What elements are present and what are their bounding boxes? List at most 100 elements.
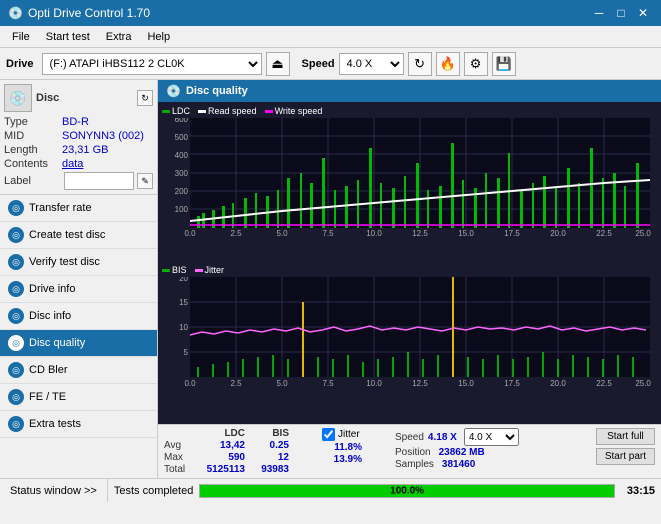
svg-text:500: 500 (175, 133, 189, 142)
ldc-legend-label: LDC (172, 106, 190, 116)
nav-extra-tests-label: Extra tests (29, 418, 81, 430)
disc-quality-icon-header: 💿 (166, 84, 181, 98)
disc-label-edit-button[interactable]: ✎ (137, 173, 153, 189)
disc-contents-value[interactable]: data (62, 158, 83, 170)
nav-transfer-rate[interactable]: ◎ Transfer rate (0, 195, 157, 222)
jitter-label: Jitter (338, 429, 360, 440)
burn-button[interactable]: 🔥 (436, 52, 460, 76)
svg-text:400: 400 (175, 151, 189, 160)
window-controls: ─ □ ✕ (589, 4, 653, 22)
disc-refresh-button[interactable]: ↻ (137, 90, 153, 106)
menu-help[interactable]: Help (139, 29, 178, 45)
bis-chart-svg: 20 15 10 5 20% 16% 12% 8% 4% 0.0 2.5 5.0… (162, 277, 652, 387)
svg-text:15.0: 15.0 (458, 229, 474, 238)
app-icon: 💿 (8, 6, 23, 20)
svg-text:10.0: 10.0 (366, 229, 382, 238)
transfer-rate-icon: ◎ (8, 200, 24, 216)
nav-disc-quality[interactable]: ◎ Disc quality (0, 330, 157, 357)
nav-disc-info[interactable]: ◎ Disc info (0, 303, 157, 330)
title-bar: 💿 Opti Drive Control 1.70 ─ □ ✕ (0, 0, 661, 26)
ldc-legend-item: LDC (162, 106, 190, 116)
eject-button[interactable]: ⏏ (266, 52, 290, 76)
disc-header: 💿 Disc ↻ (4, 84, 153, 112)
close-button[interactable]: ✕ (633, 4, 653, 22)
status-window-button[interactable]: Status window >> (0, 479, 108, 502)
svg-text:0.0: 0.0 (184, 229, 196, 238)
total-stats-row: Total 5125113 93983 (164, 464, 289, 475)
disc-image: 💿 (4, 84, 32, 112)
svg-text:10: 10 (179, 323, 188, 332)
avg-label: Avg (164, 440, 196, 451)
disc-label-text: Disc (36, 92, 59, 104)
speed-select-stat[interactable]: 4.0 X (464, 428, 519, 446)
write-speed-legend-label: Write speed (275, 106, 323, 116)
app-title: 💿 Opti Drive Control 1.70 (8, 6, 150, 20)
max-label: Max (164, 452, 196, 463)
start-full-button[interactable]: Start full (596, 428, 655, 445)
read-speed-legend-dot (198, 110, 206, 113)
disc-label-input[interactable] (64, 172, 134, 190)
svg-text:22.5: 22.5 (596, 229, 612, 238)
write-speed-legend-item: Write speed (265, 106, 323, 116)
avg-stats-row: Avg 13,42 0.25 (164, 440, 289, 451)
svg-text:2.5: 2.5 (230, 229, 242, 238)
svg-text:17.5: 17.5 (504, 229, 520, 238)
svg-text:5.0: 5.0 (276, 229, 288, 238)
samples-value: 381460 (442, 459, 475, 470)
disc-length-value: 23,31 GB (62, 144, 108, 156)
speed-select[interactable]: 4.0 X (339, 53, 404, 75)
svg-text:200: 200 (175, 187, 189, 196)
nav-extra-tests[interactable]: ◎ Extra tests (0, 411, 157, 438)
menu-file[interactable]: File (4, 29, 38, 45)
svg-text:20.0: 20.0 (550, 229, 566, 238)
svg-text:0.0: 0.0 (184, 379, 196, 387)
drive-select[interactable]: (F:) ATAPI iHBS112 2 CL0K (42, 53, 262, 75)
svg-text:600: 600 (175, 118, 189, 124)
nav-create-test-disc[interactable]: ◎ Create test disc (0, 222, 157, 249)
disc-length-row: Length 23,31 GB (4, 144, 153, 156)
bis-legend-dot (162, 269, 170, 272)
position-value: 23862 MB (439, 447, 485, 458)
main-area: 💿 Disc ↻ Type BD-R MID SONYNN3 (002) Len… (0, 80, 661, 478)
jitter-checkbox[interactable] (322, 428, 335, 441)
nav-fe-te[interactable]: ◎ FE / TE (0, 384, 157, 411)
avg-ldc-value: 13,42 (200, 440, 245, 451)
create-test-disc-icon: ◎ (8, 227, 24, 243)
speed-position-info: Speed 4.18 X 4.0 X Position 23862 MB Sam… (395, 428, 519, 470)
svg-text:300: 300 (175, 169, 189, 178)
disc-length-label: Length (4, 144, 62, 156)
nav-verify-test-disc[interactable]: ◎ Verify test disc (0, 249, 157, 276)
progress-bar: 100.0% (199, 484, 615, 498)
minimize-button[interactable]: ─ (589, 4, 609, 22)
refresh-button[interactable]: ↻ (408, 52, 432, 76)
extra-tests-icon: ◎ (8, 416, 24, 432)
nav-drive-info[interactable]: ◎ Drive info (0, 276, 157, 303)
menu-extra[interactable]: Extra (98, 29, 140, 45)
svg-text:15.0: 15.0 (458, 379, 474, 387)
position-row: Position 23862 MB (395, 447, 519, 458)
app-title-text: Opti Drive Control 1.70 (28, 6, 150, 20)
disc-type-label: Type (4, 116, 62, 128)
svg-text:7.5: 7.5 (322, 229, 334, 238)
disc-type-row: Type BD-R (4, 116, 153, 128)
bis-chart-legend: BIS Jitter (162, 265, 657, 275)
nav-disc-info-label: Disc info (29, 310, 71, 322)
progress-text: 100.0% (390, 485, 424, 496)
settings-button[interactable]: ⚙ (464, 52, 488, 76)
maximize-button[interactable]: □ (611, 4, 631, 22)
content-area: 💿 Disc quality LDC Read speed (158, 80, 661, 478)
menu-bar: File Start test Extra Help (0, 26, 661, 48)
start-part-button[interactable]: Start part (596, 448, 655, 465)
max-stats-row: Max 590 12 (164, 452, 289, 463)
jitter-legend-dot (195, 269, 203, 272)
nav-create-test-disc-label: Create test disc (29, 229, 105, 241)
avg-bis-value: 0.25 (249, 440, 289, 451)
menu-start-test[interactable]: Start test (38, 29, 98, 45)
disc-info-icon: ◎ (8, 308, 24, 324)
svg-text:100: 100 (175, 205, 189, 214)
save-button[interactable]: 💾 (492, 52, 516, 76)
cd-bler-icon: ◎ (8, 362, 24, 378)
svg-text:17.5: 17.5 (504, 379, 520, 387)
disc-label-row: Label ✎ (4, 172, 153, 190)
nav-cd-bler[interactable]: ◎ CD Bler (0, 357, 157, 384)
